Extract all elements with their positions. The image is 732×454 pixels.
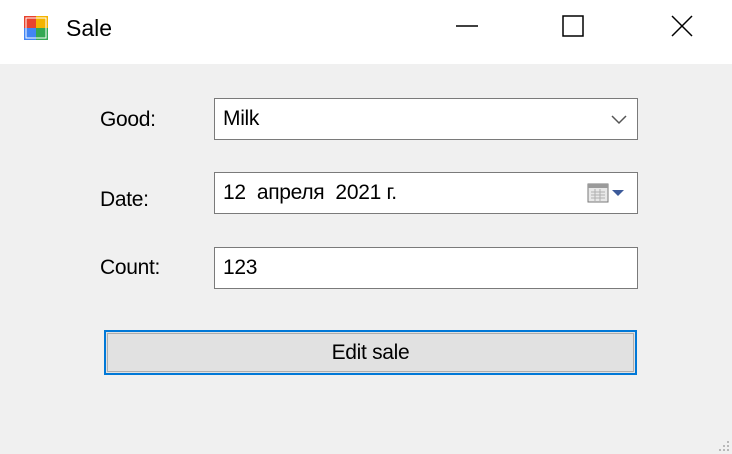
edit-sale-button[interactable]: Edit sale	[104, 330, 637, 375]
count-input[interactable]: 123	[214, 247, 638, 289]
minimize-button[interactable]	[437, 0, 497, 56]
close-button[interactable]	[652, 0, 712, 56]
maximize-icon	[561, 14, 585, 43]
good-value: Milk	[223, 107, 260, 130]
window-title: Sale	[66, 15, 113, 41]
form-body: Good: Milk Date: 12 апреля 2021 г. Count…	[0, 64, 732, 454]
date-label: Date:	[100, 188, 149, 211]
close-icon	[670, 14, 694, 43]
sale-window: Sale Good: Milk Date: 12 апреля 2021 г. …	[0, 0, 732, 454]
good-label: Good:	[100, 108, 156, 131]
good-combobox[interactable]: Milk	[214, 98, 638, 140]
date-picker[interactable]: 12 апреля 2021 г.	[214, 172, 638, 214]
date-value: 12 апреля 2021 г.	[223, 181, 397, 204]
title-bar[interactable]: Sale	[0, 0, 732, 60]
minimize-icon	[455, 14, 479, 43]
count-label: Count:	[100, 256, 161, 279]
maximize-button[interactable]	[543, 0, 603, 56]
app-form-icon	[24, 16, 50, 40]
chevron-down-icon[interactable]	[609, 111, 629, 127]
resize-grip-icon[interactable]	[716, 438, 730, 452]
count-value: 123	[223, 256, 258, 279]
calendar-icon[interactable]	[587, 182, 627, 204]
